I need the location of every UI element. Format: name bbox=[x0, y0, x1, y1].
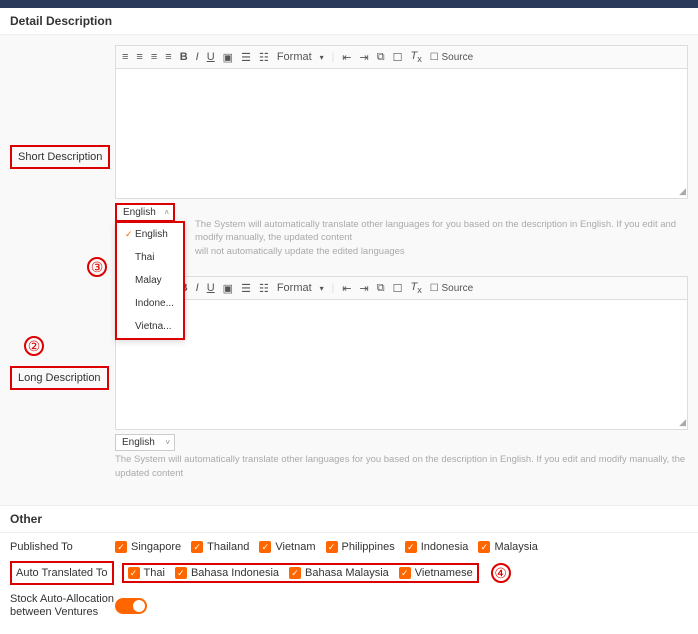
ordered-list-icon[interactable]: ☰ bbox=[241, 282, 251, 295]
long-desc-editor[interactable]: ◢ bbox=[115, 300, 688, 430]
language-option-thai[interactable]: Thai bbox=[117, 246, 183, 269]
align-justify-icon[interactable]: ≡ bbox=[165, 51, 171, 63]
outdent-icon[interactable]: ⇤ bbox=[342, 282, 351, 295]
published-indonesia[interactable]: ✓Indonesia bbox=[405, 541, 469, 553]
stock-auto-row: Stock Auto-Allocation between Ventures bbox=[0, 589, 698, 623]
link-icon[interactable]: ⧉ bbox=[377, 282, 385, 295]
published-malaysia[interactable]: ✓Malaysia bbox=[478, 541, 537, 553]
chevron-up-icon: ˄ bbox=[164, 208, 169, 217]
long-desc-language-select[interactable]: English ˅ bbox=[115, 434, 175, 451]
format-dropdown[interactable]: Format bbox=[277, 282, 312, 294]
format-chevron-icon[interactable]: ▾ bbox=[320, 284, 324, 293]
auto-bahasa-malaysia[interactable]: ✓Bahasa Malaysia bbox=[289, 567, 389, 579]
other-panel: Published To ✓Singapore ✓Thailand ✓Vietn… bbox=[0, 533, 698, 633]
link-icon[interactable]: ⧉ bbox=[377, 51, 385, 64]
short-desc-language-select[interactable]: English ˄ bbox=[115, 203, 175, 222]
unordered-list-icon[interactable]: ☷ bbox=[259, 51, 269, 64]
indent-icon[interactable]: ⇥ bbox=[360, 51, 369, 64]
clear-format-icon[interactable]: Tx bbox=[410, 281, 421, 295]
embed-icon[interactable]: ☐ bbox=[393, 282, 403, 295]
align-left-icon[interactable]: ≡ bbox=[122, 51, 128, 63]
long-desc-toolbar: ≡ ≡ ≡ ≡ B I U ▣ ☰ ☷ Format ▾ | ⇤ ⇥ ⧉ ☐ T… bbox=[115, 276, 688, 300]
checkbox-icon: ✓ bbox=[326, 541, 338, 553]
chevron-down-icon: ˅ bbox=[165, 438, 170, 447]
detail-panel: Short Description ① ≡ ≡ ≡ ≡ B I U ▣ ☰ ☷ … bbox=[0, 35, 698, 505]
language-selected-value: English bbox=[123, 207, 156, 218]
short-desc-helptext: The System will automatically translate … bbox=[195, 218, 688, 258]
auto-translated-group: ✓Thai ✓Bahasa Indonesia ✓Bahasa Malaysia… bbox=[122, 563, 479, 583]
checkbox-icon: ✓ bbox=[191, 541, 203, 553]
source-button[interactable]: Source bbox=[430, 52, 473, 63]
auto-vietnamese[interactable]: ✓Vietnamese bbox=[399, 567, 473, 579]
bold-icon[interactable]: B bbox=[180, 51, 188, 63]
outdent-icon[interactable]: ⇤ bbox=[342, 51, 351, 64]
auto-translated-row: Auto Translated To ✓Thai ✓Bahasa Indones… bbox=[0, 557, 698, 589]
short-desc-toolbar: ≡ ≡ ≡ ≡ B I U ▣ ☰ ☷ Format ▾ | ⇤ ⇥ ⧉ ☐ T… bbox=[115, 45, 688, 69]
checkbox-icon: ✓ bbox=[478, 541, 490, 553]
align-center-icon[interactable]: ≡ bbox=[136, 51, 142, 63]
language-selected-value: English bbox=[122, 437, 155, 448]
long-description-label: Long Description bbox=[10, 366, 109, 390]
resize-handle-icon[interactable]: ◢ bbox=[679, 417, 686, 428]
stock-auto-toggle[interactable] bbox=[115, 598, 147, 614]
image-icon[interactable]: ▣ bbox=[223, 282, 233, 295]
resize-handle-icon[interactable]: ◢ bbox=[679, 186, 686, 197]
short-desc-editor[interactable]: ◢ bbox=[115, 69, 688, 199]
indent-icon[interactable]: ⇥ bbox=[360, 282, 369, 295]
checkbox-icon: ✓ bbox=[405, 541, 417, 553]
published-thailand[interactable]: ✓Thailand bbox=[191, 541, 249, 553]
checkbox-icon: ✓ bbox=[115, 541, 127, 553]
underline-icon[interactable]: U bbox=[207, 282, 215, 294]
top-bar bbox=[0, 0, 698, 8]
other-header: Other bbox=[0, 505, 698, 533]
language-option-malay[interactable]: Malay bbox=[117, 269, 183, 292]
checkbox-icon: ✓ bbox=[175, 567, 187, 579]
source-button[interactable]: Source bbox=[430, 283, 473, 294]
checkbox-icon: ✓ bbox=[289, 567, 301, 579]
published-singapore[interactable]: ✓Singapore bbox=[115, 541, 181, 553]
stock-auto-label: Stock Auto-Allocation between Ventures bbox=[10, 593, 115, 619]
ordered-list-icon[interactable]: ☰ bbox=[241, 51, 251, 64]
unordered-list-icon[interactable]: ☷ bbox=[259, 282, 269, 295]
published-to-label: Published To bbox=[10, 541, 115, 553]
language-option-vietnamese[interactable]: Vietna... bbox=[117, 315, 183, 338]
checkbox-icon: ✓ bbox=[259, 541, 271, 553]
published-philippines[interactable]: ✓Philippines bbox=[326, 541, 395, 553]
image-icon[interactable]: ▣ bbox=[223, 51, 233, 64]
language-option-english[interactable]: English bbox=[117, 223, 183, 246]
language-dropdown: English Thai Malay Indone... Vietna... bbox=[115, 221, 185, 340]
long-desc-helptext: The System will automatically translate … bbox=[115, 453, 688, 493]
underline-icon[interactable]: U bbox=[207, 51, 215, 63]
format-dropdown[interactable]: Format bbox=[277, 51, 312, 63]
checkbox-icon: ✓ bbox=[128, 567, 140, 579]
embed-icon[interactable]: ☐ bbox=[393, 51, 403, 64]
italic-icon[interactable]: I bbox=[196, 51, 199, 63]
clear-format-icon[interactable]: Tx bbox=[410, 50, 421, 64]
published-vietnam[interactable]: ✓Vietnam bbox=[259, 541, 315, 553]
auto-bahasa-indonesia[interactable]: ✓Bahasa Indonesia bbox=[175, 567, 279, 579]
checkbox-icon: ✓ bbox=[399, 567, 411, 579]
published-to-row: Published To ✓Singapore ✓Thailand ✓Vietn… bbox=[0, 537, 698, 557]
auto-thai[interactable]: ✓Thai bbox=[128, 567, 165, 579]
align-right-icon[interactable]: ≡ bbox=[151, 51, 157, 63]
italic-icon[interactable]: I bbox=[196, 282, 199, 294]
detail-description-header: Detail Description bbox=[0, 8, 698, 35]
published-to-group: ✓Singapore ✓Thailand ✓Vietnam ✓Philippin… bbox=[115, 541, 538, 553]
auto-translated-label: Auto Translated To bbox=[10, 561, 114, 585]
annotation-4: ④ bbox=[491, 563, 511, 583]
language-option-indonesian[interactable]: Indone... bbox=[117, 292, 183, 315]
format-chevron-icon[interactable]: ▾ bbox=[320, 53, 324, 62]
annotation-2: ② bbox=[24, 336, 44, 356]
short-description-label: Short Description bbox=[10, 145, 110, 169]
